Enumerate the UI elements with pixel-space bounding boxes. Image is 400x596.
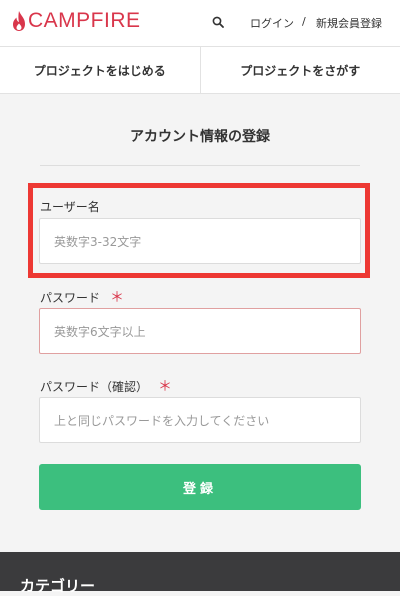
flame-icon [12, 10, 26, 32]
login-link[interactable]: ログイン [250, 15, 294, 31]
search-icon[interactable] [212, 16, 224, 28]
required-mark: ＊ [110, 290, 124, 306]
password-confirm-input[interactable]: 上と同じパスワードを入力してください [39, 397, 361, 443]
nav-start-project[interactable]: プロジェクトをはじめる [0, 47, 201, 93]
main-nav: プロジェクトをはじめる プロジェクトをさがす [0, 46, 400, 94]
required-mark: ＊ [158, 379, 172, 395]
username-label: ユーザー名 [40, 198, 100, 215]
username-input[interactable]: 英数字3-32文字 [39, 218, 361, 264]
campfire-logo[interactable]: CAMPFIRE [12, 10, 141, 32]
page-title: アカウント情報の登録 [0, 126, 400, 146]
password-confirm-label: パスワード（確認） ＊ [40, 376, 172, 396]
site-header: CAMPFIRE ログイン / 新規会員登録 [0, 0, 400, 46]
register-link[interactable]: 新規会員登録 [316, 15, 382, 31]
password-label-text: パスワード [40, 291, 100, 305]
password-label: パスワード ＊ [40, 287, 124, 307]
category-title: カテゴリー [20, 575, 95, 596]
header-separator: / [302, 15, 306, 28]
nav-find-project[interactable]: プロジェクトをさがす [201, 47, 400, 93]
register-submit-button[interactable]: 登録 [39, 464, 361, 510]
footer: カテゴリー [0, 552, 400, 591]
password-input[interactable]: 英数字6文字以上 [39, 308, 361, 354]
title-divider [40, 165, 360, 166]
password-confirm-label-text: パスワード（確認） [40, 380, 148, 394]
logo-text: CAMPFIRE [28, 10, 141, 32]
